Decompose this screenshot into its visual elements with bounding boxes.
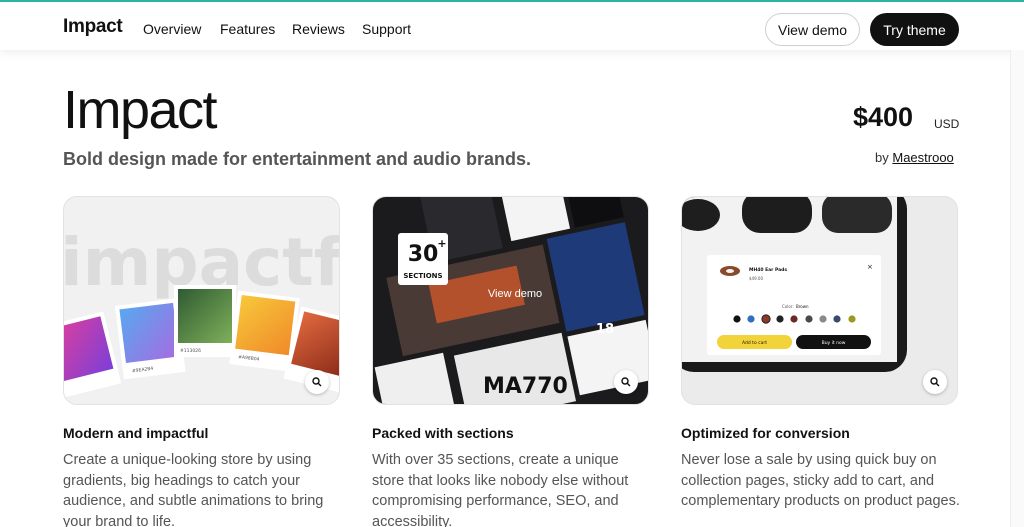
svg-text:Color:: Color: [782, 304, 794, 309]
nav-overview[interactable]: Overview [143, 21, 201, 37]
sections-collage-illustration: 30 + SECTIONS View demo 18 MA770 [374, 197, 648, 404]
page-title: Impact [63, 80, 218, 140]
svg-text:×: × [867, 263, 873, 271]
site-header: Impact Overview Features Reviews Support… [0, 0, 1024, 50]
by-label: by [875, 150, 889, 165]
feature-title-modern: Modern and impactful [63, 425, 209, 441]
svg-text:MH40 Ear Pads: MH40 Ear Pads [749, 267, 787, 273]
author-link[interactable]: Maestrooo [892, 150, 953, 165]
gradient-swatches-illustration: impactful #9EA2B4 #113026 #A98B04 [64, 224, 339, 399]
svg-text:SECTIONS: SECTIONS [403, 272, 442, 280]
feature-image-conversion[interactable]: MH40 Ear Pads $49.00 × Color: Brown Add … [681, 196, 958, 405]
nav-features[interactable]: Features [220, 21, 275, 37]
feature-desc-sections: With over 35 sections, create a unique s… [372, 452, 629, 527]
svg-text:Add to cart: Add to cart [742, 340, 767, 346]
feature-desc-conversion: Never lose a sale by using quick buy on … [681, 452, 960, 509]
svg-text:+: + [437, 237, 446, 250]
author-line: by Maestrooo [875, 150, 954, 165]
zoom-icon[interactable] [614, 370, 638, 394]
svg-text:#113026: #113026 [180, 348, 201, 354]
svg-text:Brown: Brown [796, 304, 809, 309]
view-demo-button[interactable]: View demo [765, 13, 860, 46]
feature-title-conversion: Optimized for conversion [681, 425, 850, 441]
theme-tagline: Bold design made for entertainment and a… [63, 149, 532, 169]
svg-text:Buy it now: Buy it now [822, 340, 846, 346]
theme-price: $400 [853, 102, 914, 132]
zoom-icon[interactable] [923, 370, 947, 394]
svg-text:$49.00: $49.00 [749, 276, 763, 281]
nav-support[interactable]: Support [362, 21, 411, 37]
feature-image-modern[interactable]: impactful #9EA2B4 #113026 #A98B04 [63, 196, 340, 405]
feature-image-sections[interactable]: 30 + SECTIONS View demo 18 MA770 [372, 196, 649, 405]
feature-title-sections: Packed with sections [372, 425, 514, 441]
zoom-icon[interactable] [305, 370, 329, 394]
feature-desc-modern: Create a unique-looking store by using g… [63, 452, 324, 527]
price-currency: USD [934, 117, 960, 131]
svg-text:MA770: MA770 [483, 374, 568, 399]
try-theme-button[interactable]: Try theme [870, 13, 959, 46]
svg-text:30: 30 [408, 242, 439, 267]
svg-text:View demo: View demo [488, 288, 542, 300]
brand-logo[interactable]: Impact [63, 16, 123, 38]
nav-reviews[interactable]: Reviews [292, 21, 345, 37]
scrollbar-track[interactable] [1010, 50, 1024, 527]
quick-buy-illustration: MH40 Ear Pads $49.00 × Color: Brown Add … [682, 197, 907, 372]
svg-text:18: 18 [596, 322, 614, 337]
